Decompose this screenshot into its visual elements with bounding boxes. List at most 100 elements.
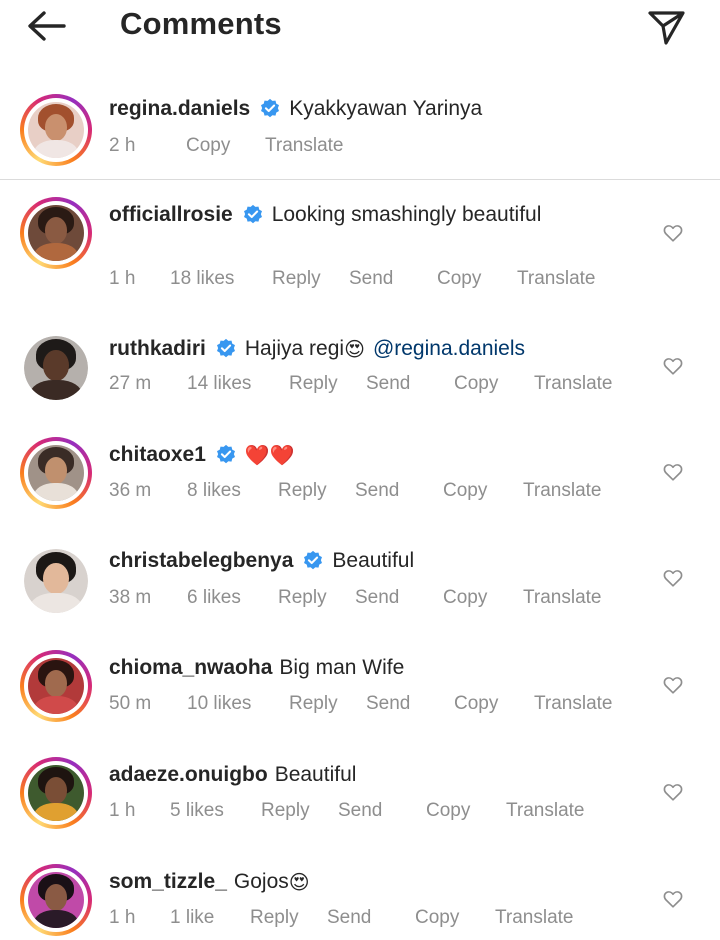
send-button[interactable]: Send bbox=[355, 480, 399, 502]
paper-plane-icon bbox=[648, 11, 685, 45]
likes-count[interactable]: 6 likes bbox=[187, 587, 241, 609]
copy-button[interactable]: Copy bbox=[437, 268, 481, 290]
username-link[interactable]: som_tizzle_ bbox=[109, 870, 227, 894]
send-button[interactable]: Send bbox=[366, 373, 410, 395]
reply-button[interactable]: Reply bbox=[289, 373, 338, 395]
username-link[interactable]: officiallrosie bbox=[109, 203, 233, 227]
username-link[interactable]: chioma_nwaoha bbox=[109, 656, 272, 680]
comment-text: Hajiya regi bbox=[244, 337, 345, 360]
comment-meta: 50 m 10 likes Reply Send Copy Translate bbox=[109, 693, 649, 717]
avatar[interactable] bbox=[20, 437, 92, 509]
mention-link[interactable]: @regina.daniels bbox=[373, 337, 525, 361]
reply-button[interactable]: Reply bbox=[250, 907, 299, 929]
send-button[interactable]: Send bbox=[327, 907, 371, 929]
heart-icon[interactable] bbox=[662, 461, 684, 483]
send-button[interactable]: Send bbox=[366, 693, 410, 715]
copy-button[interactable]: Copy bbox=[454, 373, 498, 395]
timestamp: 27 m bbox=[109, 373, 152, 394]
avatar[interactable] bbox=[20, 94, 92, 166]
reply-button[interactable]: Reply bbox=[261, 800, 310, 822]
copy-button[interactable]: Copy bbox=[186, 135, 230, 157]
copy-button[interactable]: Copy bbox=[426, 800, 470, 822]
comment-text: Gojos bbox=[233, 870, 289, 893]
send-button[interactable]: Send bbox=[338, 800, 382, 822]
comment-line: som_tizzle_ Gojos 😍 bbox=[109, 870, 310, 894]
timestamp: 1 h bbox=[109, 268, 136, 289]
comment-line: adaeze.onuigbo Beautiful bbox=[109, 763, 356, 787]
likes-count[interactable]: 1 like bbox=[170, 907, 214, 929]
comment-line: chioma_nwaoha Big man Wife bbox=[109, 656, 404, 680]
comment-meta: 1 h 5 likes Reply Send Copy Translate bbox=[109, 800, 629, 824]
translate-button[interactable]: Translate bbox=[495, 907, 574, 929]
send-button[interactable]: Send bbox=[349, 268, 393, 290]
comment-line: ruthkadiri Hajiya regi 😍 @regina.daniels bbox=[109, 337, 525, 361]
page-title: Comments bbox=[120, 6, 282, 41]
verified-badge-icon bbox=[243, 204, 262, 224]
reply-button[interactable]: Reply bbox=[289, 693, 338, 715]
verified-badge-icon bbox=[216, 338, 235, 358]
arrow-left-icon bbox=[28, 11, 66, 41]
comment-line: chitaoxe1 ❤️❤️ bbox=[109, 443, 295, 467]
comment-line: officiallrosie Looking smashingly beauti… bbox=[109, 203, 541, 227]
username-link[interactable]: ruthkadiri bbox=[109, 337, 206, 361]
avatar[interactable] bbox=[20, 650, 92, 722]
username-link[interactable]: adaeze.onuigbo bbox=[109, 763, 268, 787]
reply-button[interactable]: Reply bbox=[278, 587, 327, 609]
likes-count[interactable]: 8 likes bbox=[187, 480, 241, 502]
likes-count[interactable]: 18 likes bbox=[170, 268, 234, 290]
reply-button[interactable]: Reply bbox=[278, 480, 327, 502]
comments-header: Comments bbox=[0, 0, 720, 52]
copy-button[interactable]: Copy bbox=[443, 587, 487, 609]
comment-meta: 27 m 14 likes Reply Send Copy Translate bbox=[109, 373, 649, 397]
copy-button[interactable]: Copy bbox=[415, 907, 459, 929]
avatar[interactable] bbox=[20, 757, 92, 829]
likes-count[interactable]: 14 likes bbox=[187, 373, 251, 395]
comment-text: Beautiful bbox=[332, 549, 415, 572]
caption-text: Kyakkyawan Yarinya bbox=[289, 97, 483, 120]
comment-text: Beautiful bbox=[274, 763, 357, 786]
avatar[interactable] bbox=[24, 549, 88, 613]
heart-eyes-emoji: 😍 bbox=[344, 337, 365, 361]
post-caption: regina.daniels Kyakkyawan Yarinya 2 h Co… bbox=[0, 80, 720, 180]
timestamp: 36 m bbox=[109, 480, 152, 501]
username-link[interactable]: christabelegbenya bbox=[109, 549, 293, 573]
translate-button[interactable]: Translate bbox=[534, 693, 613, 715]
timestamp: 1 h bbox=[109, 907, 136, 928]
heart-icon[interactable] bbox=[662, 888, 684, 910]
reply-button[interactable]: Reply bbox=[272, 268, 321, 290]
verified-badge-icon bbox=[216, 444, 235, 464]
translate-button[interactable]: Translate bbox=[523, 587, 602, 609]
avatar[interactable] bbox=[20, 864, 92, 936]
comment-meta: 38 m 6 likes Reply Send Copy Translate bbox=[109, 587, 629, 611]
username-link[interactable]: regina.daniels bbox=[109, 97, 250, 121]
translate-button[interactable]: Translate bbox=[534, 373, 613, 395]
send-button[interactable]: Send bbox=[355, 587, 399, 609]
translate-button[interactable]: Translate bbox=[506, 800, 585, 822]
copy-button[interactable]: Copy bbox=[443, 480, 487, 502]
likes-count[interactable]: 5 likes bbox=[170, 800, 224, 822]
timestamp: 50 m bbox=[109, 693, 152, 714]
direct-send-button[interactable] bbox=[644, 6, 688, 46]
caption-meta: 2 h Copy Translate bbox=[109, 135, 509, 159]
avatar[interactable] bbox=[20, 197, 92, 269]
translate-button[interactable]: Translate bbox=[265, 135, 344, 157]
comment-text: Big man Wife bbox=[279, 656, 405, 679]
username-link[interactable]: chitaoxe1 bbox=[109, 443, 206, 467]
heart-icon[interactable] bbox=[662, 567, 684, 589]
back-button[interactable] bbox=[24, 8, 68, 44]
copy-button[interactable]: Copy bbox=[454, 693, 498, 715]
heart-icon[interactable] bbox=[662, 674, 684, 696]
verified-badge-icon bbox=[261, 98, 280, 118]
likes-count[interactable]: 10 likes bbox=[187, 693, 251, 715]
comment-meta: 1 h 18 likes Reply Send Copy Translate bbox=[109, 268, 629, 292]
translate-button[interactable]: Translate bbox=[523, 480, 602, 502]
caption-line: regina.daniels Kyakkyawan Yarinya bbox=[109, 97, 482, 121]
heart-icon[interactable] bbox=[662, 355, 684, 377]
comment-text: Looking smashingly beautiful bbox=[271, 203, 542, 226]
heart-icon[interactable] bbox=[662, 222, 684, 244]
avatar[interactable] bbox=[24, 336, 88, 400]
translate-button[interactable]: Translate bbox=[517, 268, 596, 290]
heart-icon[interactable] bbox=[662, 781, 684, 803]
timestamp: 1 h bbox=[109, 800, 136, 821]
heart-eyes-emoji: 😍 bbox=[288, 870, 310, 894]
